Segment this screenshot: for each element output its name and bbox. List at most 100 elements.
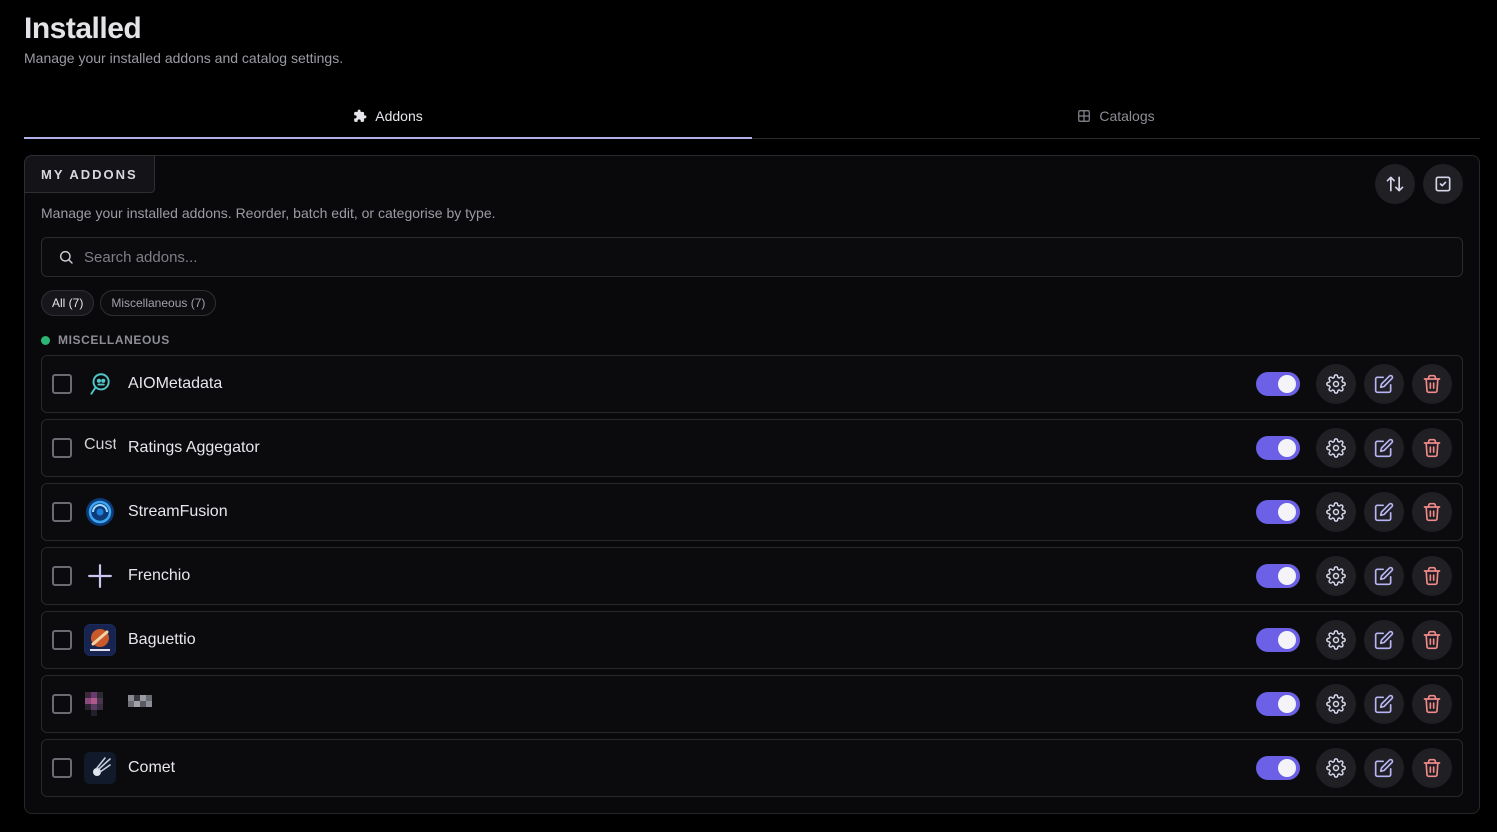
gear-icon: [1326, 502, 1346, 522]
trash-icon: [1423, 758, 1441, 778]
row-actions: [1256, 748, 1452, 788]
row-actions: [1256, 364, 1452, 404]
toggle-knob: [1278, 631, 1296, 649]
addon-edit-button[interactable]: [1364, 748, 1404, 788]
puzzle-icon: [354, 109, 367, 122]
tab-addons[interactable]: Addons: [24, 93, 752, 139]
addon-row: Baguettio: [41, 611, 1463, 669]
addon-select-checkbox[interactable]: [52, 694, 72, 714]
addon-settings-button[interactable]: [1316, 620, 1356, 660]
addon-enabled-toggle[interactable]: [1256, 372, 1300, 396]
gear-icon: [1326, 630, 1346, 650]
addon-settings-button[interactable]: [1316, 364, 1356, 404]
addon-row: Comet: [41, 739, 1463, 797]
panel-label: MY ADDONS: [24, 155, 155, 193]
streamfusion-logo-icon: [84, 496, 116, 528]
section-label: MISCELLANEOUS: [58, 333, 170, 347]
addon-enabled-toggle[interactable]: [1256, 500, 1300, 524]
search-input[interactable]: [84, 248, 1444, 266]
addon-delete-button[interactable]: [1412, 492, 1452, 532]
row-actions: [1256, 556, 1452, 596]
addon-icon-alt-text: Custom: [84, 436, 116, 453]
addon-list: AIOMetadata Custom Ratings Aggegator: [41, 355, 1463, 803]
grid-icon: [1078, 109, 1091, 122]
section-header: MISCELLANEOUS: [41, 333, 170, 347]
page-subtitle: Manage your installed addons and catalog…: [24, 50, 344, 66]
aiometadata-logo-icon: [84, 368, 116, 400]
addon-select-checkbox[interactable]: [52, 566, 72, 586]
plus-icon: [84, 560, 116, 592]
edit-icon: [1374, 566, 1394, 586]
trash-icon: [1423, 630, 1441, 650]
addon-select-checkbox[interactable]: [52, 758, 72, 778]
section-dot: [41, 335, 50, 345]
addon-row: Frenchio: [41, 547, 1463, 605]
addon-name: Comet: [128, 759, 176, 776]
addon-enabled-toggle[interactable]: [1256, 564, 1300, 588]
addon-delete-button[interactable]: [1412, 364, 1452, 404]
toggle-knob: [1278, 759, 1296, 777]
filter-chip-miscellaneous[interactable]: Miscellaneous (7): [100, 290, 217, 316]
addon-edit-button[interactable]: [1364, 556, 1404, 596]
addon-row: [41, 675, 1463, 733]
edit-icon: [1374, 694, 1394, 714]
tab-addons-label: Addons: [375, 107, 423, 124]
check-square-icon: [1435, 176, 1451, 192]
addon-row: StreamFusion: [41, 483, 1463, 541]
trash-icon: [1423, 502, 1441, 522]
filter-chips: All (7) Miscellaneous (7): [41, 290, 217, 316]
tab-catalogs[interactable]: Catalogs: [752, 93, 1480, 138]
addon-settings-button[interactable]: [1316, 684, 1356, 724]
addon-settings-button[interactable]: [1316, 428, 1356, 468]
baguettio-logo-icon: [84, 624, 116, 656]
addon-name: Baguettio: [128, 631, 196, 648]
sort-icon: [1386, 176, 1404, 192]
addon-edit-button[interactable]: [1364, 428, 1404, 468]
addon-enabled-toggle[interactable]: [1256, 628, 1300, 652]
tab-catalogs-label: Catalogs: [1099, 107, 1155, 124]
addon-row: Custom Ratings Aggegator: [41, 419, 1463, 477]
addon-settings-button[interactable]: [1316, 556, 1356, 596]
row-actions: [1256, 620, 1452, 660]
gear-icon: [1326, 374, 1346, 394]
addon-settings-button[interactable]: [1316, 748, 1356, 788]
edit-icon: [1374, 758, 1394, 778]
addon-edit-button[interactable]: [1364, 684, 1404, 724]
addon-select-checkbox[interactable]: [52, 374, 72, 394]
toggle-knob: [1278, 503, 1296, 521]
tab-bar: Addons Catalogs: [24, 93, 1480, 139]
row-actions: [1256, 428, 1452, 468]
addon-delete-button[interactable]: [1412, 620, 1452, 660]
addon-name: Ratings Aggegator: [128, 439, 260, 456]
batch-select-button[interactable]: [1423, 164, 1463, 204]
toggle-knob: [1278, 567, 1296, 585]
search-bar[interactable]: [41, 237, 1463, 277]
addon-edit-button[interactable]: [1364, 492, 1404, 532]
panel-actions: [1375, 164, 1463, 204]
addon-select-checkbox[interactable]: [52, 630, 72, 650]
addon-delete-button[interactable]: [1412, 556, 1452, 596]
addon-delete-button[interactable]: [1412, 748, 1452, 788]
addon-enabled-toggle[interactable]: [1256, 436, 1300, 460]
trash-icon: [1423, 694, 1441, 714]
addon-edit-button[interactable]: [1364, 620, 1404, 660]
addon-delete-button[interactable]: [1412, 428, 1452, 468]
addon-settings-button[interactable]: [1316, 492, 1356, 532]
toggle-knob: [1278, 439, 1296, 457]
gear-icon: [1326, 566, 1346, 586]
addon-delete-button[interactable]: [1412, 684, 1452, 724]
filter-chip-all[interactable]: All (7): [41, 290, 95, 316]
addon-select-checkbox[interactable]: [52, 502, 72, 522]
addon-select-checkbox[interactable]: [52, 438, 72, 458]
addon-enabled-toggle[interactable]: [1256, 692, 1300, 716]
my-addons-panel: MY ADDONS Manage your installed addons. …: [24, 155, 1480, 814]
addon-enabled-toggle[interactable]: [1256, 756, 1300, 780]
trash-icon: [1423, 566, 1441, 586]
edit-icon: [1374, 502, 1394, 522]
page-title: Installed: [24, 12, 142, 45]
edit-icon: [1374, 374, 1394, 394]
reorder-button[interactable]: [1375, 164, 1415, 204]
addon-row: AIOMetadata: [41, 355, 1463, 413]
addon-edit-button[interactable]: [1364, 364, 1404, 404]
search-icon: [59, 250, 73, 264]
